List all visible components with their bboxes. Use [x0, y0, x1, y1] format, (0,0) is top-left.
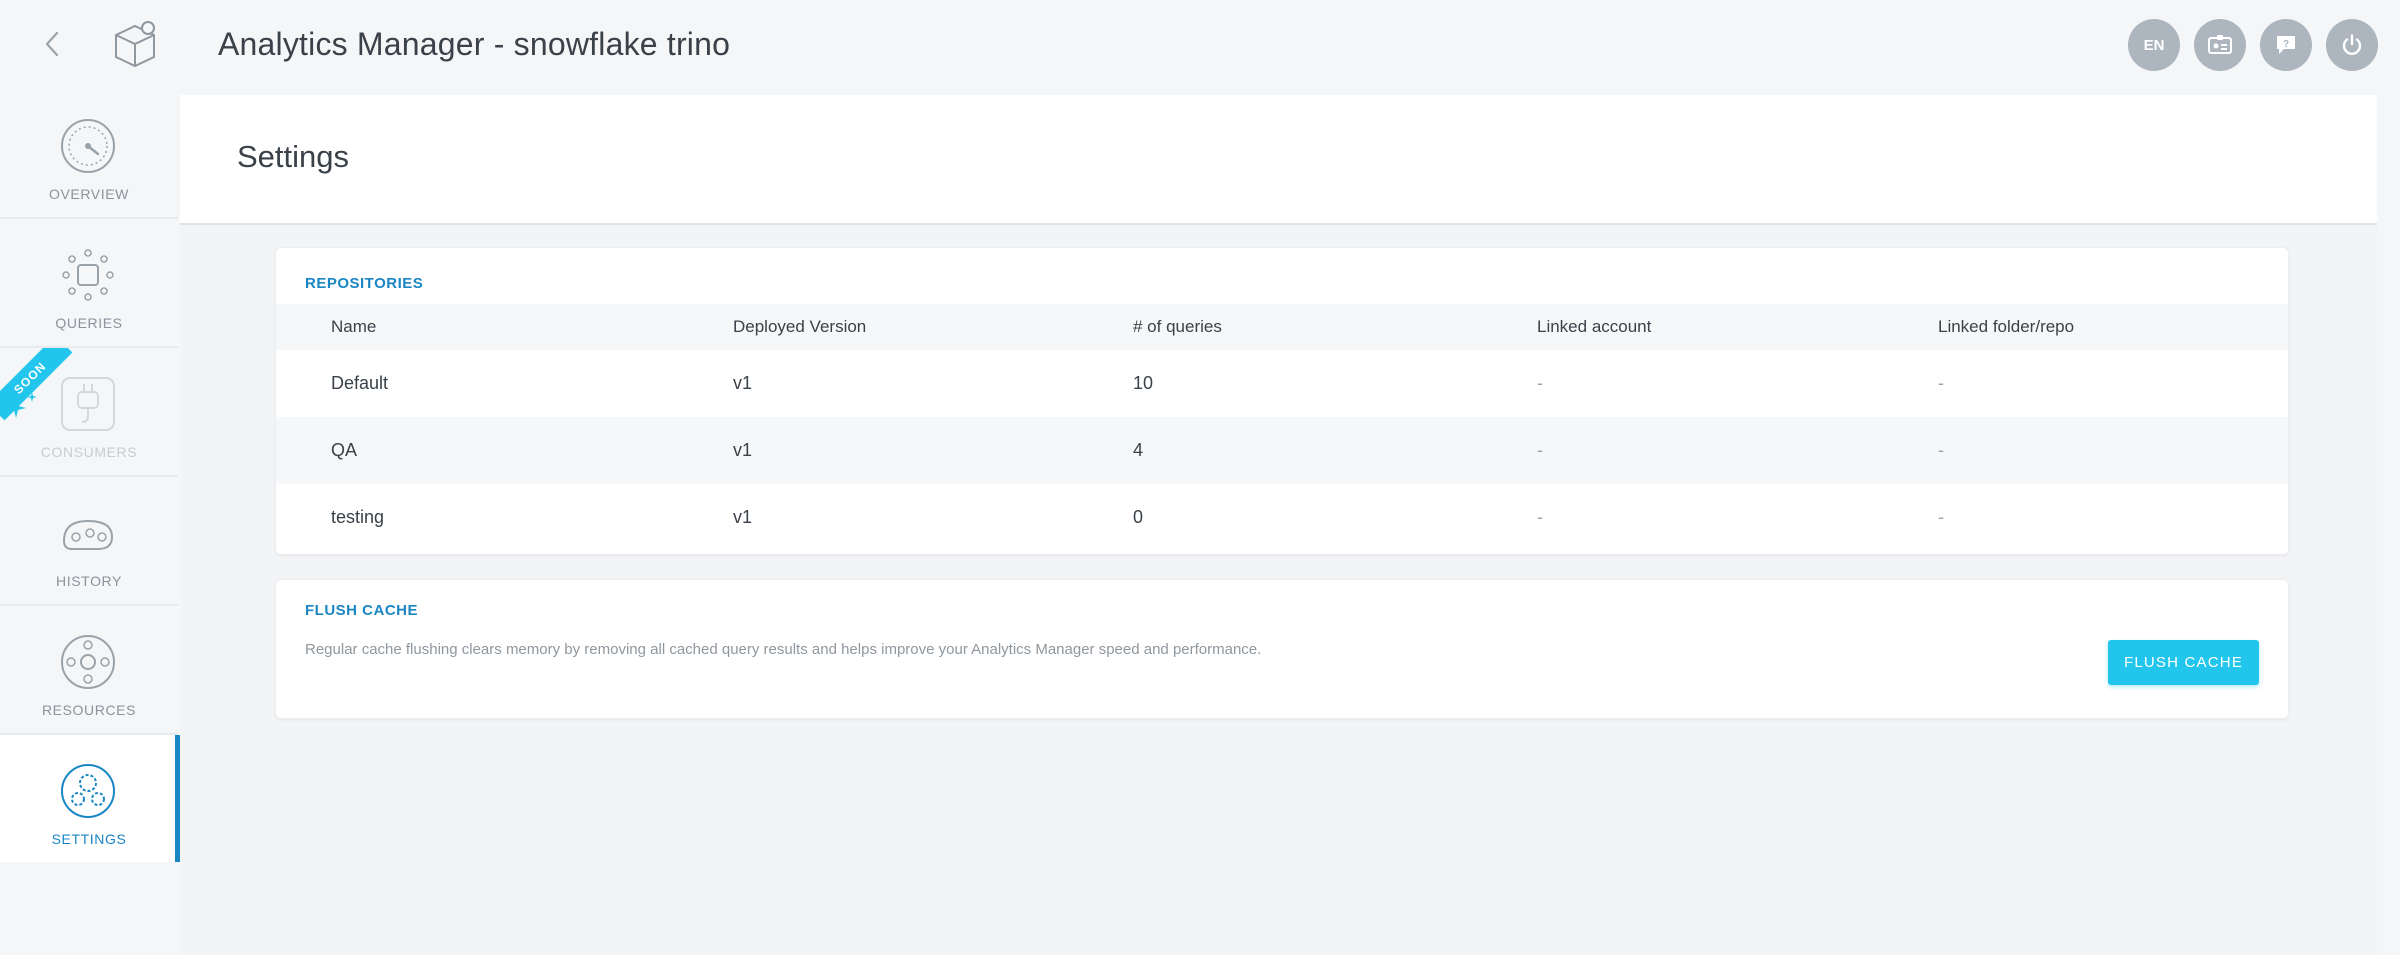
- column-header-linked-folder: Linked folder/repo: [1938, 317, 2075, 336]
- scrollbar[interactable]: [2377, 90, 2400, 955]
- repo-name: testing: [331, 507, 385, 527]
- table-row[interactable]: QA v1 4 - -: [276, 417, 2288, 484]
- chevron-left-icon: [45, 31, 59, 57]
- column-header-linked-account: Linked account: [1537, 317, 1652, 336]
- sidebar-item-queries[interactable]: QUERIES: [0, 219, 178, 348]
- repo-query-count: 0: [1133, 507, 1144, 527]
- flush-cache-description: Regular cache flushing clears memory by …: [305, 641, 1262, 658]
- top-actions: EN ?: [2128, 19, 2378, 71]
- repo-linked-folder: -: [1938, 440, 1944, 460]
- repo-linked-folder: -: [1938, 373, 1944, 393]
- flush-cache-card: FLUSH CACHE Regular cache flushing clear…: [275, 579, 2289, 719]
- column-header-query-count: # of queries: [1133, 317, 1222, 336]
- sparkle-icon: [6, 392, 37, 418]
- sidebar-item-label: CONSUMERS: [40, 444, 138, 460]
- flush-cache-button[interactable]: FLUSH CACHE: [2108, 640, 2259, 685]
- language-button[interactable]: EN: [2128, 19, 2180, 71]
- sidebar-item-label: QUERIES: [55, 315, 123, 331]
- power-icon: [2342, 34, 2362, 55]
- table-header: Name Deployed Version # of queries Linke…: [276, 304, 2288, 350]
- sidebar-item-history[interactable]: HISTORY: [0, 477, 178, 606]
- repo-query-count: 4: [1133, 440, 1144, 460]
- repo-name: QA: [331, 440, 358, 460]
- plug-icon: [61, 377, 115, 431]
- repo-name: Default: [331, 373, 389, 393]
- repo-linked-folder: -: [1938, 507, 1944, 527]
- sidebar-item-label: OVERVIEW: [48, 186, 129, 202]
- repositories-title: REPOSITORIES: [305, 275, 424, 292]
- id-card-icon: [2208, 35, 2232, 54]
- svg-text:?: ?: [2283, 39, 2289, 50]
- back-button[interactable]: [34, 26, 70, 62]
- help-chat-button[interactable]: ?: [2260, 19, 2312, 71]
- top-bar: Analytics Manager - snowflake trino EN ?: [0, 0, 2400, 90]
- history-timeline-icon: [62, 519, 114, 550]
- language-label: EN: [2143, 36, 2165, 54]
- main-content: Settings REPOSITORIES Name Deployed Vers…: [180, 95, 2377, 955]
- table-row[interactable]: testing v1 0 - -: [276, 484, 2288, 551]
- sidebar-item-overview[interactable]: OVERVIEW: [0, 90, 178, 219]
- column-header-name: Name: [331, 317, 377, 336]
- queries-grid-icon: [62, 249, 114, 301]
- sidebar-item-settings[interactable]: SETTINGS: [0, 735, 180, 862]
- sidebar-item-label: SETTINGS: [51, 831, 127, 847]
- page-header: Settings: [180, 95, 2377, 225]
- settings-gear-icon: [61, 764, 115, 818]
- repo-version: v1: [733, 440, 753, 460]
- account-button[interactable]: [2194, 19, 2246, 71]
- chat-help-icon: ?: [2277, 36, 2295, 54]
- repositories-table: Name Deployed Version # of queries Linke…: [276, 304, 2288, 551]
- repo-version: v1: [733, 373, 753, 393]
- app-title: Analytics Manager - snowflake trino: [218, 26, 731, 62]
- app-cube-icon: [115, 21, 155, 68]
- repo-query-count: 10: [1133, 373, 1154, 393]
- repo-linked-account: -: [1537, 507, 1543, 527]
- table-row[interactable]: Default v1 10 - -: [276, 350, 2288, 417]
- sidebar-item-consumers: CONSUMERS SOON: [0, 348, 178, 477]
- sidebar-item-label: HISTORY: [56, 573, 122, 589]
- resources-icon: [61, 635, 115, 689]
- logout-button[interactable]: [2326, 19, 2378, 71]
- repositories-card: REPOSITORIES Name Deployed Version # of …: [275, 247, 2289, 555]
- sidebar-item-resources[interactable]: RESOURCES: [0, 606, 178, 735]
- repo-version: v1: [733, 507, 753, 527]
- repo-linked-account: -: [1537, 440, 1543, 460]
- speedometer-icon: [61, 119, 115, 173]
- page-title: Settings: [237, 139, 350, 174]
- column-header-deployed-version: Deployed Version: [733, 317, 867, 336]
- flush-cache-title: FLUSH CACHE: [305, 602, 418, 619]
- sidebar-item-label: RESOURCES: [41, 702, 137, 718]
- repo-linked-account: -: [1537, 373, 1543, 393]
- sidebar-nav: OVERVIEW QUERIES CONSUMERS SOON HISTORY …: [0, 90, 180, 955]
